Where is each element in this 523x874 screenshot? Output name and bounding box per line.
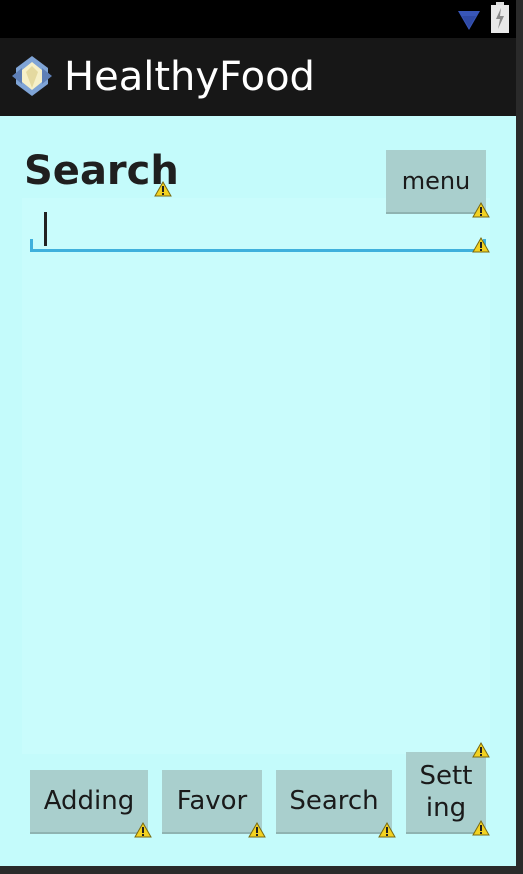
search-button[interactable]: Search: [276, 770, 392, 834]
warning-icon: [472, 820, 490, 836]
warning-icon: [378, 822, 396, 838]
text-cursor: [44, 212, 47, 246]
favor-button[interactable]: Favor: [162, 770, 262, 834]
warning-icon: [472, 237, 490, 253]
warning-icon: [134, 822, 152, 838]
search-input[interactable]: [30, 204, 486, 252]
warning-icon: [248, 822, 266, 838]
adding-button[interactable]: Adding: [30, 770, 148, 834]
warning-icon: [472, 742, 490, 758]
status-bar: [0, 0, 516, 38]
window-shadow: [0, 866, 523, 874]
wifi-icon: [458, 11, 480, 30]
action-bar: HealthyFood: [0, 38, 516, 116]
content-panel: [22, 198, 490, 754]
app-title: HealthyFood: [64, 54, 315, 100]
app-screen: HealthyFood Search menu Adding Favor Sea…: [0, 0, 516, 866]
window-shadow: [516, 0, 523, 874]
battery-icon: [491, 2, 509, 33]
app-icon: [12, 56, 52, 96]
warning-icon: [154, 181, 172, 197]
